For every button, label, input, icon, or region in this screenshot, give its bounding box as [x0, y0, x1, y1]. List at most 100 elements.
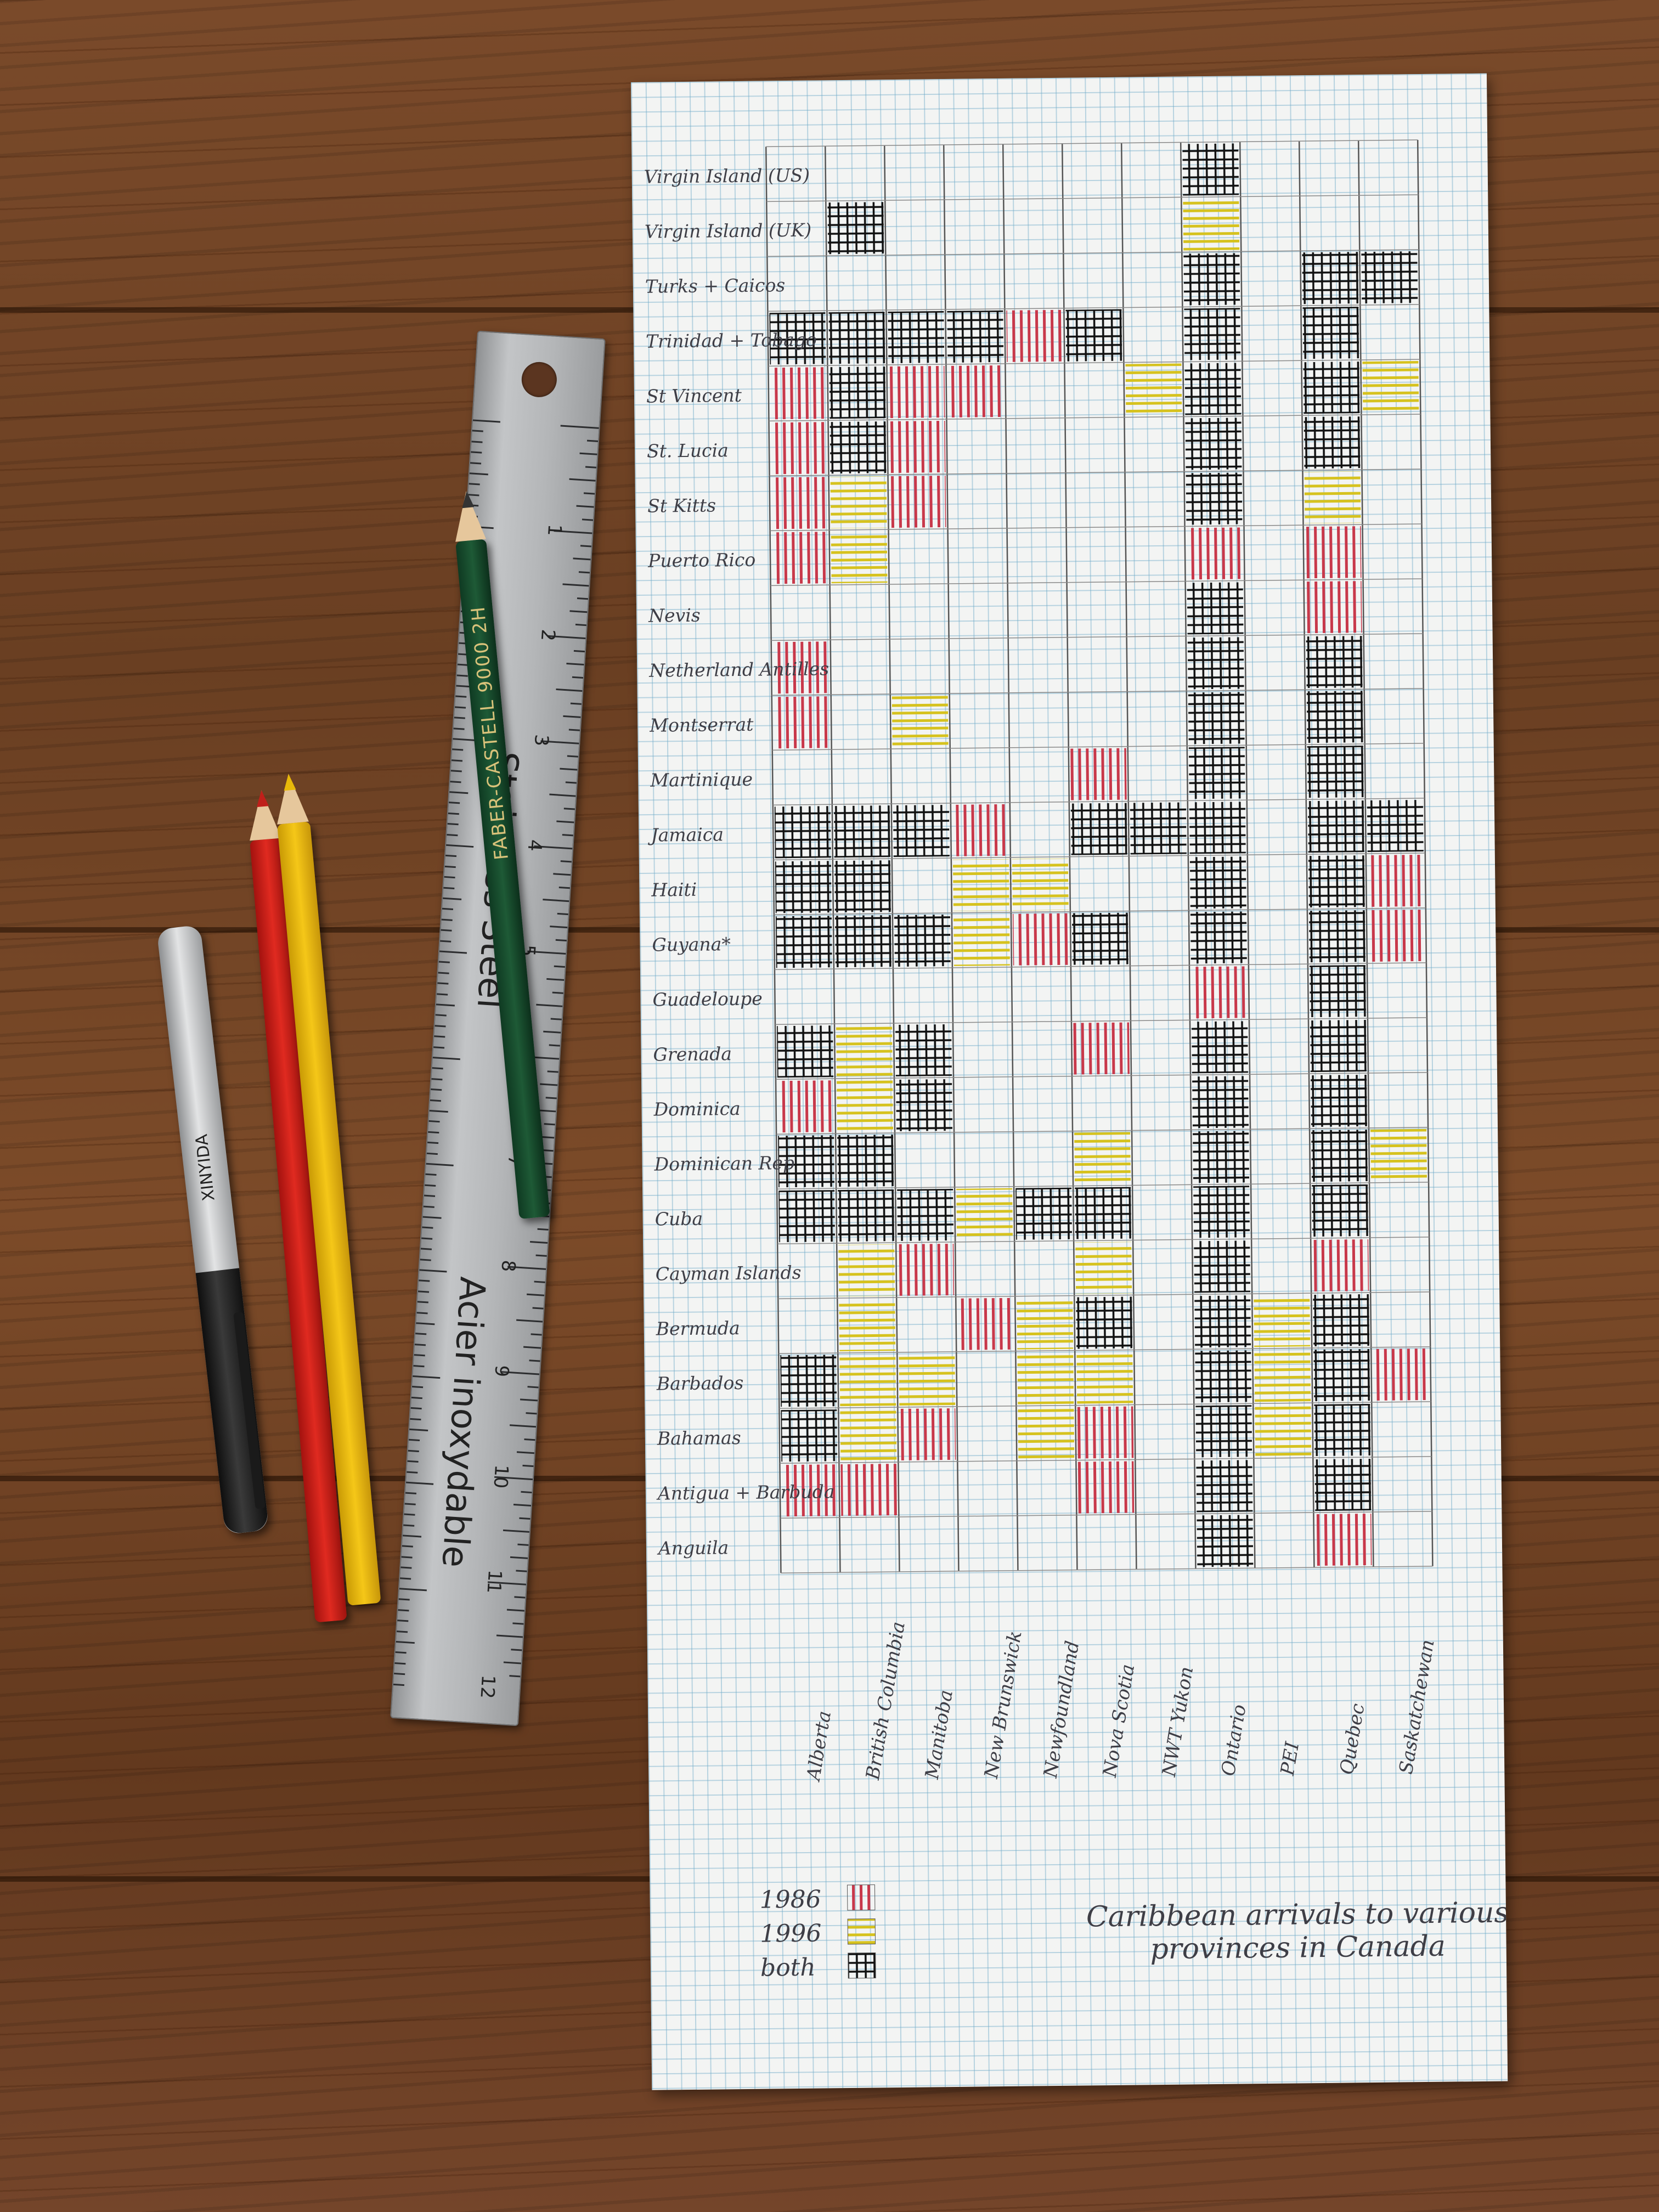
ruler-tick: [402, 1545, 413, 1548]
heatmap-cell-1986: [1315, 1514, 1372, 1566]
ruler-tick: [442, 908, 453, 911]
heatmap-cell-1996: [1017, 1297, 1074, 1350]
heatmap-cell-1986: [770, 422, 827, 475]
ruler-inch-number: 1: [543, 523, 566, 537]
row-label: Dominica: [653, 1098, 741, 1120]
heatmap-cell-1986: [1305, 526, 1362, 579]
ruler-label-acier: Acier inoxydable: [433, 1276, 493, 1569]
heatmap-cell-both: [1194, 1240, 1251, 1293]
ruler-tick: [420, 1248, 432, 1250]
ruler-tick: [562, 834, 573, 837]
ruler-tick: [422, 1216, 442, 1219]
ruler-tick: [422, 1226, 433, 1229]
ruler-tick: [444, 876, 455, 879]
pencil-lead: [255, 789, 269, 808]
column-label: PEI: [1277, 1740, 1304, 1778]
ruler-tick: [404, 1503, 416, 1505]
ruler-tick: [583, 492, 595, 495]
ruler-tick: [471, 441, 483, 443]
ruler-tick: [411, 1396, 422, 1399]
grid-row-line: [766, 194, 1419, 202]
ruler-tick: [435, 1014, 447, 1017]
heatmap-cell-both: [1302, 307, 1359, 359]
heatmap-cell-1986: [1305, 581, 1362, 634]
heatmap-cell-both: [1182, 143, 1239, 196]
ruler-tick: [453, 727, 465, 730]
heatmap-cell-1996: [1075, 1242, 1132, 1294]
ruler-tick: [577, 597, 589, 600]
ruler-tick: [427, 1142, 439, 1144]
ruler-tick: [516, 1451, 535, 1454]
heatmap-cell-both: [1303, 362, 1360, 414]
ruler-tick: [434, 1035, 445, 1038]
heatmap-cell-both: [778, 1190, 836, 1243]
ruler-tick: [511, 1649, 522, 1651]
ruler-tick: [395, 1651, 407, 1654]
heatmap-cell-both: [1185, 417, 1242, 470]
pencil-lead: [460, 490, 475, 509]
ruler-tick: [447, 833, 458, 836]
heatmap-cell-both: [1306, 691, 1363, 743]
heatmap-cell-both: [775, 861, 832, 913]
heatmap-cell-1996: [1304, 471, 1361, 524]
ruler-tick: [407, 1460, 419, 1463]
ruler-ticks: [393, 332, 605, 1686]
pen-brand: XINYIDA: [192, 1133, 219, 1202]
row-label: Grenada: [653, 1043, 732, 1065]
heatmap-cell-both: [1191, 1021, 1248, 1074]
row-label: Nevis: [648, 605, 701, 627]
ruler-tick: [547, 1070, 558, 1073]
heatmap-cell-both: [834, 860, 891, 913]
ruler-tick: [530, 1240, 548, 1244]
heatmap-cell-1986: [771, 477, 828, 529]
ruler-inch-number: 2: [536, 628, 560, 642]
ruler-tick: [406, 1481, 434, 1485]
ruler-tick: [456, 674, 468, 677]
heatmap-cell-1996: [1255, 1404, 1312, 1457]
ruler-tick: [408, 1439, 420, 1442]
ruler-tick: [472, 430, 483, 433]
ruler-tick: [404, 1513, 415, 1516]
heatmap-cell-1996: [1125, 363, 1182, 416]
ruler-tick: [563, 715, 581, 718]
ruler-inch-number: 4: [523, 838, 546, 853]
heatmap-cell-both: [1195, 1405, 1252, 1458]
ruler-tick: [573, 557, 591, 561]
heatmap-cell-both: [828, 312, 885, 364]
heatmap-cell-both: [1311, 1075, 1368, 1127]
ruler-tick: [431, 1077, 443, 1081]
ruler-tick: [545, 1097, 557, 1099]
heatmap-cell-both: [1312, 1184, 1369, 1237]
heatmap-cell-1986: [1368, 909, 1425, 962]
ruler-tick: [445, 855, 457, 857]
heatmap-cell-1986: [773, 696, 830, 749]
ruler-tick: [450, 770, 462, 772]
ruler-tick: [546, 978, 565, 981]
heatmap-cell-1986: [1012, 913, 1069, 966]
ruler-inch-number: 3: [529, 733, 553, 747]
heatmap-cell-both: [834, 915, 891, 968]
row-label: Bermuda: [656, 1317, 740, 1340]
heatmap-cell-both: [1313, 1294, 1370, 1347]
heatmap-cell-both: [1184, 308, 1241, 360]
heatmap-cell-both: [895, 1024, 952, 1077]
ruler-tick: [526, 1412, 537, 1415]
heatmap-cell-both: [894, 914, 951, 967]
ruler-tick: [455, 695, 467, 698]
ruler-tick: [514, 1596, 526, 1599]
ruler-tick: [419, 1279, 430, 1282]
ruler-tick: [407, 1471, 418, 1474]
heatmap-cell-both: [1310, 1020, 1367, 1073]
row-label: Martinique: [650, 769, 753, 791]
ruler-tick: [566, 663, 584, 666]
heatmap-cell-both: [1189, 802, 1246, 854]
heatmap-cell-1996: [831, 531, 888, 584]
legend: 1986 1996 both: [759, 1884, 876, 1982]
heatmap-cell-both: [897, 1188, 954, 1242]
heatmap-cell-both: [1311, 1130, 1368, 1182]
ruler-tick: [419, 1269, 447, 1273]
ruler-tick: [560, 860, 572, 863]
heatmap-cell-1996: [953, 913, 1010, 966]
column-label: British Columbia: [862, 1620, 910, 1782]
heatmap-cell-1996: [1370, 1128, 1427, 1181]
